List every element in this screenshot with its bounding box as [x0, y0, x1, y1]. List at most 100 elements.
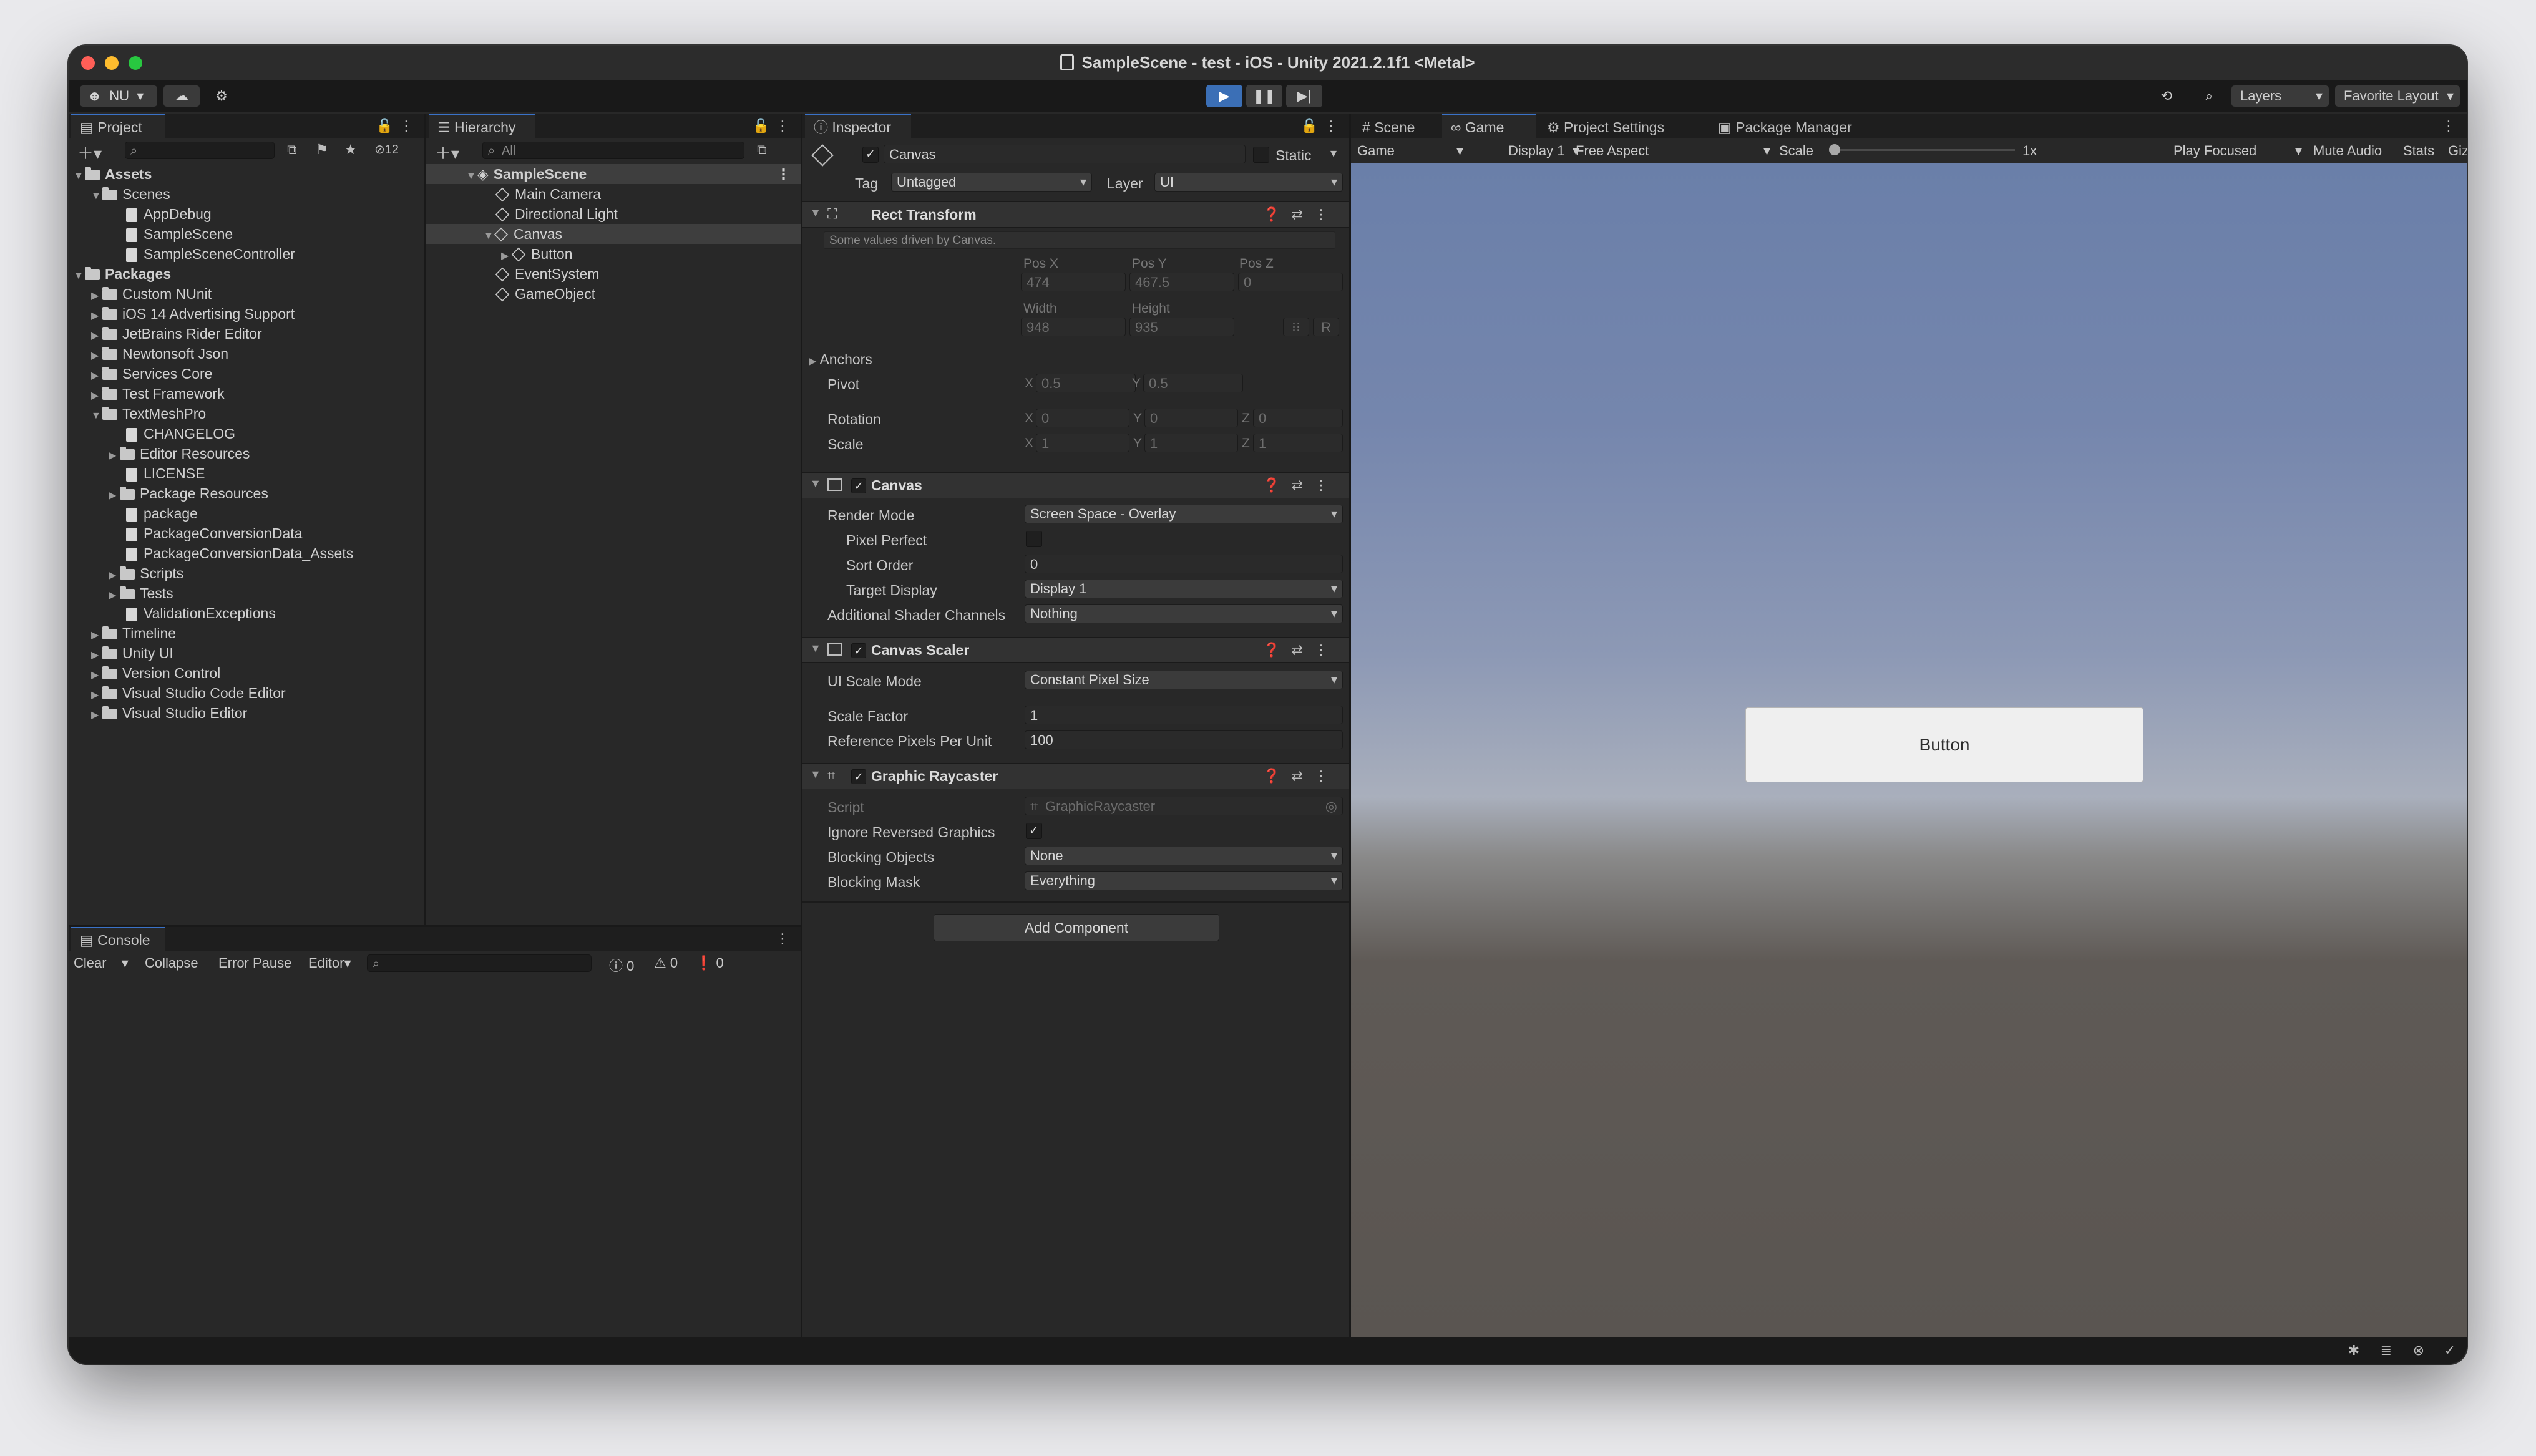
aspect-dropdown[interactable]: Free Aspect ▾ — [1576, 143, 1770, 159]
help-icon[interactable]: ❓ — [1263, 206, 1291, 222]
console-search-input[interactable]: ⌕ — [367, 954, 592, 972]
more-menu-icon[interactable]: ⋮ — [1314, 206, 1339, 222]
pixel-perfect-checkbox[interactable] — [1026, 531, 1042, 547]
hierarchy-row-item-selected[interactable]: ▼ Canvas — [426, 224, 801, 244]
posy-input[interactable]: 467.5 — [1129, 273, 1234, 291]
bug-icon[interactable]: ✱ — [2348, 1342, 2359, 1359]
hierarchy-row-scene[interactable]: ▼◈ SampleScene ⋮ — [426, 164, 801, 184]
tree-row-file[interactable]: CHANGELOG — [69, 424, 424, 444]
project-search-input[interactable]: ⌕ — [125, 142, 275, 159]
search-button[interactable]: ⌕ — [2192, 85, 2226, 107]
pivot-y-input[interactable]: 0.5 — [1143, 374, 1243, 392]
more-menu-icon[interactable]: ⋮ — [399, 118, 413, 134]
hierarchy-search-input[interactable]: ⌕ All — [482, 142, 744, 159]
create-plus-icon[interactable]: ＋▾ — [77, 141, 102, 164]
help-icon[interactable]: ❓ — [1263, 768, 1291, 784]
ui-scale-mode-dropdown[interactable]: Constant Pixel Size — [1025, 671, 1343, 689]
pivot-x-input[interactable]: 0.5 — [1036, 374, 1136, 392]
object-name-input[interactable]: Canvas — [884, 145, 1246, 163]
favorite-icon[interactable]: ★ — [344, 142, 357, 158]
scale-x-input[interactable]: 1 — [1036, 434, 1129, 452]
tree-row-file[interactable]: PackageConversionData — [69, 523, 424, 543]
render-mode-dropdown[interactable]: Screen Space - Overlay — [1025, 505, 1343, 523]
tree-row-package[interactable]: ▶ Custom NUnit — [69, 284, 424, 304]
play-focused-dropdown[interactable]: Play Focused ▾ — [2173, 143, 2302, 159]
tree-row-folder[interactable]: ▶ Package Resources — [69, 483, 424, 503]
rotation-z-input[interactable]: 0 — [1253, 409, 1343, 427]
component-header-icons[interactable]: ❓⇄⋮ — [1263, 477, 1339, 493]
tree-row-textmeshpro[interactable]: ▼ TextMeshPro — [69, 404, 424, 424]
info-count-toggle[interactable]: ⓘ 0 — [609, 955, 634, 975]
lock-icon[interactable]: 🔓 — [1301, 118, 1318, 134]
tab-scene[interactable]: # Scene — [1353, 114, 1441, 138]
add-component-button[interactable]: Add Component — [934, 914, 1219, 941]
network-icon[interactable]: ⊗ — [2413, 1342, 2424, 1359]
sort-order-input[interactable]: 0 — [1025, 555, 1343, 573]
tree-row-file[interactable]: ValidationExceptions — [69, 603, 424, 623]
warning-count-toggle[interactable]: ⚠ 0 — [654, 955, 678, 971]
hierarchy-row-item[interactable]: Directional Light — [426, 204, 801, 224]
hierarchy-row-item[interactable]: EventSystem — [426, 264, 801, 284]
ignore-reversed-checkbox[interactable]: ✓ — [1026, 823, 1042, 839]
tree-row-package[interactable]: ▶ Test Framework — [69, 384, 424, 404]
preset-icon[interactable]: ⇄ — [1292, 206, 1314, 222]
collab-button[interactable]: ⚙ — [205, 85, 238, 107]
scale-y-input[interactable]: 1 — [1144, 434, 1238, 452]
blocking-objects-dropdown[interactable]: None — [1025, 847, 1343, 865]
tab-project-settings[interactable]: ⚙ Project Settings — [1538, 114, 1700, 138]
tree-row-scenes[interactable]: ▼ Scenes — [69, 184, 424, 204]
component-header-icons[interactable]: ❓⇄⋮ — [1263, 642, 1339, 658]
blueprint-mode-button[interactable]: ⁝⁝ — [1283, 318, 1309, 336]
account-dropdown[interactable]: ☻ NU ▾ — [80, 85, 157, 107]
rect-transform-header[interactable]: ▼ ⛶ Rect Transform ❓⇄⋮ — [802, 201, 1349, 228]
component-enabled-checkbox[interactable]: ✓ — [851, 769, 866, 784]
gizmos-dropdown[interactable]: Gizmos▾ — [2448, 143, 2467, 159]
tree-row-file[interactable]: SampleScene — [69, 224, 424, 244]
tree-row-package[interactable]: ▶ Unity UI — [69, 643, 424, 663]
more-menu-icon[interactable]: ⋮ — [776, 931, 789, 947]
target-display-dropdown[interactable]: Display 1 — [1025, 580, 1343, 598]
active-checkbox[interactable]: ✓ — [862, 147, 879, 163]
help-icon[interactable]: ❓ — [1263, 477, 1291, 493]
posz-input[interactable]: 0 — [1238, 273, 1343, 291]
tab-inspector[interactable]: ⓘ Inspector — [805, 114, 911, 138]
ref-ppu-input[interactable]: 100 — [1025, 730, 1343, 749]
tree-row-folder[interactable]: ▶ Tests — [69, 583, 424, 603]
lock-icon[interactable]: 🔓 — [753, 118, 769, 134]
tree-row-assets[interactable]: ▼ Assets — [69, 164, 424, 184]
tree-row-package[interactable]: ▶ Services Core — [69, 364, 424, 384]
canvas-component-header[interactable]: ▼ ✓ Canvas ❓⇄⋮ — [802, 472, 1349, 498]
game-render-viewport[interactable]: Button — [1351, 163, 2467, 1337]
tree-row-folder[interactable]: ▶ Editor Resources — [69, 444, 424, 463]
component-header-icons[interactable]: ❓⇄⋮ — [1263, 206, 1339, 223]
tree-row-package[interactable]: ▶ Version Control — [69, 663, 424, 683]
more-menu-icon[interactable]: ⋮ — [776, 118, 789, 134]
height-input[interactable]: 935 — [1129, 318, 1234, 336]
tree-row-file[interactable]: PackageConversionData_Assets — [69, 543, 424, 563]
scale-factor-input[interactable]: 1 — [1025, 706, 1343, 724]
width-input[interactable]: 948 — [1021, 318, 1126, 336]
preset-icon[interactable]: ⇄ — [1292, 642, 1314, 658]
layout-dropdown[interactable]: Favorite Layout ▾ — [2335, 85, 2460, 107]
create-plus-icon[interactable]: ＋▾ — [435, 141, 459, 164]
scale-z-input[interactable]: 1 — [1253, 434, 1343, 452]
more-menu-icon[interactable]: ⋮ — [776, 164, 791, 184]
rotation-x-input[interactable]: 0 — [1036, 409, 1129, 427]
search-by-label-icon[interactable]: ⚑ — [316, 142, 328, 158]
tree-row-package[interactable]: ▶ Visual Studio Code Editor — [69, 683, 424, 703]
editor-dropdown[interactable]: Editor▾ — [308, 955, 351, 971]
check-circle-icon[interactable]: ✓ — [2444, 1342, 2456, 1359]
play-button[interactable]: ▶ — [1206, 85, 1242, 107]
game-mode-dropdown[interactable]: Game ▾ — [1357, 143, 1463, 159]
tree-row-package[interactable]: ▶ Timeline — [69, 623, 424, 643]
shader-channels-dropdown[interactable]: Nothing — [1025, 604, 1343, 623]
error-count-toggle[interactable]: ❗ 0 — [695, 955, 724, 971]
hierarchy-row-item[interactable]: Main Camera — [426, 184, 801, 204]
cloud-button[interactable]: ☁ — [163, 85, 200, 107]
tree-row-package[interactable]: ▶ Visual Studio Editor — [69, 703, 424, 723]
blocking-mask-dropdown[interactable]: Everything — [1025, 871, 1343, 890]
layers-stack-icon[interactable]: ≣ — [2381, 1342, 2392, 1359]
tag-dropdown[interactable]: Untagged — [891, 173, 1092, 192]
undo-history-button[interactable]: ⟲ — [2149, 85, 2184, 107]
tree-row-package[interactable]: ▶ iOS 14 Advertising Support — [69, 304, 424, 324]
